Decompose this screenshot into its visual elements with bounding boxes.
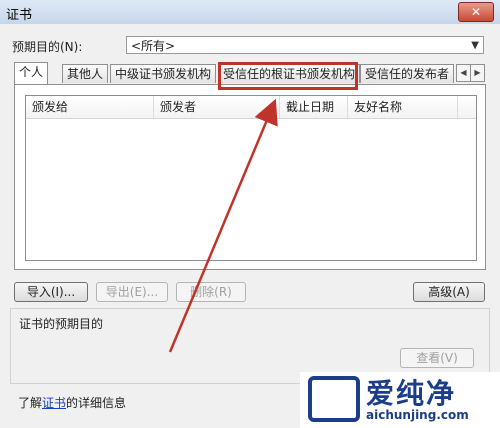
column-friendly-name[interactable]: 友好名称	[348, 96, 458, 118]
list-header: 颁发给 颁发者 截止日期 友好名称	[26, 96, 476, 119]
tab-scroll-left-icon[interactable]: ◀	[456, 64, 471, 82]
tab-panel: 颁发给 颁发者 截止日期 友好名称	[14, 84, 486, 270]
tab-intermediate-ca[interactable]: 中级证书颁发机构	[110, 64, 217, 83]
purpose-selected-value: <所有>	[131, 39, 176, 53]
footer-help: 了解证书的详细信息	[18, 394, 126, 411]
certificates-help-link[interactable]: 证书	[42, 396, 66, 410]
title-bar: 证书 ✕	[0, 0, 500, 24]
certificate-list[interactable]: 颁发给 颁发者 截止日期 友好名称	[25, 95, 477, 261]
footer-prefix: 了解	[18, 396, 43, 410]
column-expiration-date[interactable]: 截止日期	[280, 96, 348, 118]
tab-trusted-publishers[interactable]: 受信任的发布者	[360, 64, 455, 83]
purposes-group-label: 证书的预期目的	[19, 317, 104, 331]
export-button[interactable]: 导出(E)...	[96, 282, 168, 302]
tab-scroll-right-icon[interactable]: ▶	[470, 64, 485, 82]
advanced-button[interactable]: 高级(A)	[413, 282, 485, 302]
tab-personal[interactable]: 个人	[14, 62, 49, 85]
annotation-highlight-box	[218, 62, 358, 90]
close-button[interactable]: ✕	[458, 2, 494, 22]
column-issued-by[interactable]: 颁发者	[154, 96, 280, 118]
certificates-dialog: 证书 ✕ 预期目的(N): <所有> ▼ 个人 其他人 中级证书颁发机构 受信任…	[0, 0, 500, 428]
view-button[interactable]: 查看(V)	[400, 348, 474, 368]
watermark-logo-icon	[308, 376, 360, 422]
purpose-label: 预期目的(N):	[12, 40, 83, 54]
watermark: 爱纯净 aichunjing.com	[300, 372, 500, 428]
watermark-brand: 爱纯净	[366, 377, 457, 410]
column-issued-to[interactable]: 颁发给	[26, 96, 154, 118]
tab-other-people[interactable]: 其他人	[62, 64, 109, 83]
footer-suffix: 的详细信息	[66, 396, 127, 410]
window-title: 证书	[6, 8, 33, 23]
purpose-dropdown[interactable]: <所有> ▼	[126, 36, 484, 54]
import-button[interactable]: 导入(I)...	[14, 282, 88, 302]
watermark-url: aichunjing.com	[366, 408, 469, 422]
remove-button[interactable]: 删除(R)	[176, 282, 246, 302]
chevron-down-icon: ▼	[471, 40, 479, 51]
